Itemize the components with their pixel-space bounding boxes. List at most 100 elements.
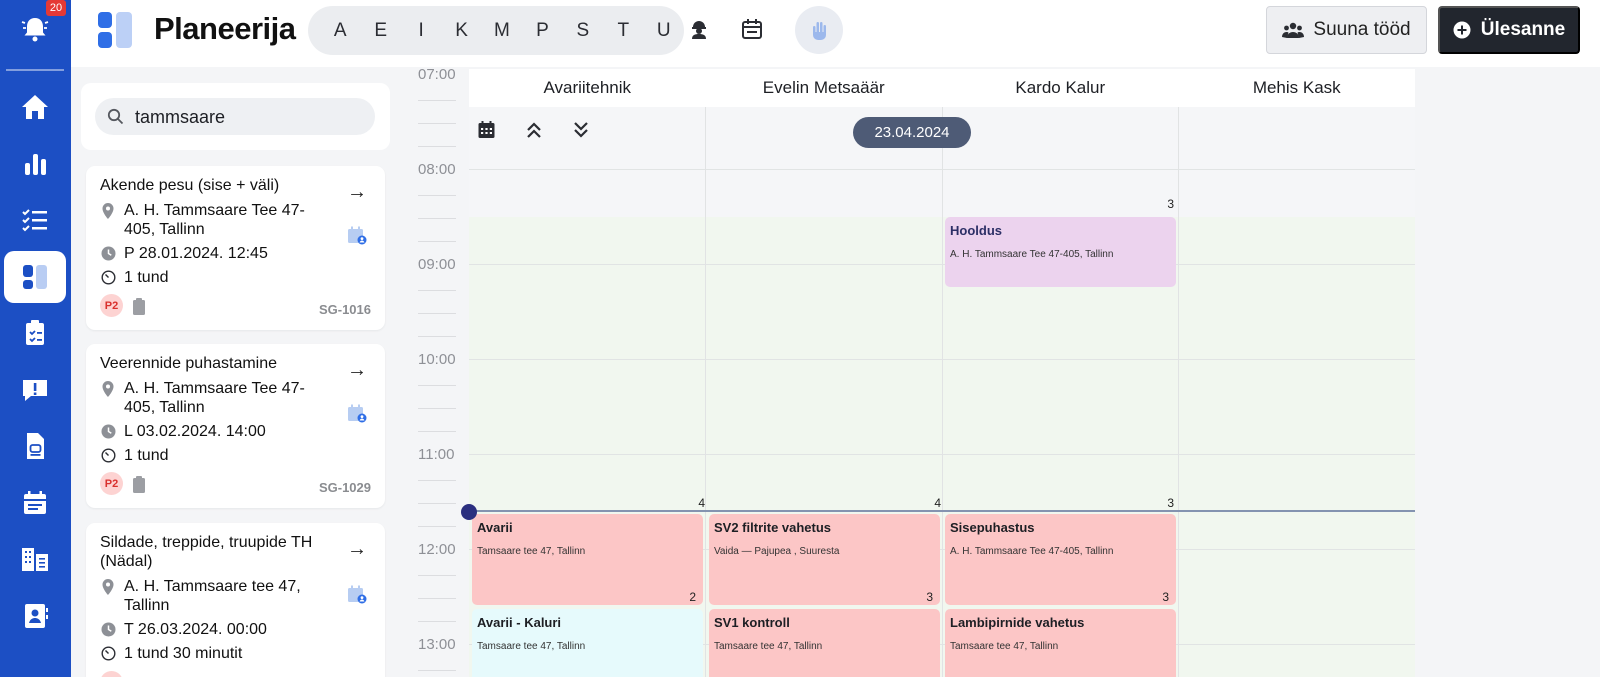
double-chevron-up-icon <box>527 122 541 138</box>
calendar-grid-icon <box>478 121 494 138</box>
rail-planner[interactable] <box>4 251 66 303</box>
rail-buildings[interactable] <box>4 533 66 585</box>
calendar-event[interactable]: Avarii Tamsaare tee 47, Tallinn 2 <box>472 514 703 605</box>
assign-calendar-icon[interactable] <box>347 226 367 245</box>
event-address: Tamsaare tee 47, Tallinn <box>950 641 1059 652</box>
rail-reports[interactable] <box>4 138 66 190</box>
timer-icon <box>100 646 116 661</box>
event-address: Vaida — Pajupea , Suuresta <box>714 546 840 557</box>
column-avariitehnik[interactable]: Avariitehnik <box>469 69 706 107</box>
event-count: 2 <box>689 590 696 604</box>
letter-filter-u[interactable]: U <box>644 20 684 42</box>
calendar-grid[interactable]: 23.04.2024 3 4 4 3 Hooldus A. H. Tammsaa… <box>469 107 1415 677</box>
rail-tasks[interactable] <box>4 194 66 246</box>
calendar-event[interactable]: SV1 kontroll Tamsaare tee 47, Tallinn <box>709 609 940 677</box>
current-time-line <box>469 510 1415 512</box>
task-datetime: P 28.01.2024. 12:45 <box>124 245 268 262</box>
task-title: Akende pesu (sise + väli) <box>100 177 280 194</box>
rail-contacts[interactable] <box>4 590 66 642</box>
time-label: 08:00 <box>418 161 456 178</box>
rail-home[interactable] <box>4 81 66 133</box>
clipboard-check-icon <box>26 320 44 345</box>
side-navigation: 20 <box>0 0 71 677</box>
alert-message-icon <box>23 380 47 401</box>
clock-icon <box>101 622 115 637</box>
task-address-row: A. H. Tammsaare Tee 47-405, Tallinn <box>100 201 320 239</box>
letter-filter-s[interactable]: S <box>563 20 603 42</box>
timer-icon <box>100 270 116 285</box>
event-title: Sisepuhastus <box>950 520 1035 535</box>
event-count: 3 <box>926 590 933 604</box>
contacts-icon <box>25 604 48 628</box>
task-duration: 1 tund <box>124 447 169 464</box>
calendar-icon <box>742 19 762 39</box>
time-label: 09:00 <box>418 256 456 273</box>
calendar-event[interactable]: SV2 filtrite vahetus Vaida — Pajupea , S… <box>709 514 940 605</box>
column-mehis-kask[interactable]: Mehis Kask <box>1179 69 1416 107</box>
arrow-right-icon[interactable]: → <box>347 181 367 204</box>
planner-icon <box>23 265 47 289</box>
assign-calendar-icon[interactable] <box>347 404 367 423</box>
planeerija-logo-icon <box>98 12 132 48</box>
rail-documents[interactable] <box>4 420 66 472</box>
suuna-tood-button[interactable]: Suuna tööd <box>1266 6 1427 54</box>
task-card[interactable]: Akende pesu (sise + väli) → A. H. Tammsa… <box>86 166 385 330</box>
home-icon <box>22 95 48 119</box>
task-card[interactable]: Veerennide puhastamine → A. H. Tammsaare… <box>86 344 385 508</box>
task-search-card <box>81 83 390 150</box>
expand-all-button[interactable] <box>570 119 592 141</box>
current-date-badge[interactable]: 23.04.2024 <box>853 117 971 148</box>
calendar-event[interactable]: Sisepuhastus A. H. Tammsaare Tee 47-405,… <box>945 514 1176 605</box>
location-pin-icon <box>102 202 114 219</box>
new-task-button[interactable]: Ülesanne <box>1438 6 1580 54</box>
search-icon <box>107 108 124 125</box>
clock-icon <box>101 424 115 439</box>
drag-mode-button[interactable] <box>795 6 843 54</box>
column-evelin-metsaaar[interactable]: Evelin Metsaäär <box>706 69 943 107</box>
task-datetime-row: T 26.03.2024. 00:00 <box>100 620 320 639</box>
event-address: Tamsaare tee 47, Tallinn <box>714 641 823 652</box>
arrow-right-icon[interactable]: → <box>347 359 367 382</box>
calendar-view-button[interactable] <box>736 13 768 45</box>
time-label: 07:00 <box>418 66 456 83</box>
collapse-all-button[interactable] <box>523 119 545 141</box>
letter-filter-t[interactable]: T <box>603 20 643 42</box>
search-input[interactable] <box>135 103 365 131</box>
date-picker-button[interactable] <box>475 119 497 141</box>
event-title: Avarii - Kaluri <box>477 615 562 630</box>
letter-filter: A E I K M P S T U <box>308 6 684 55</box>
task-title: Veerennide puhastamine <box>100 355 278 372</box>
event-address: Tamsaare tee 47, Tallinn <box>477 641 586 652</box>
search-field[interactable] <box>95 98 375 135</box>
app-title: Planeerija <box>154 11 296 46</box>
task-datetime-row: P 28.01.2024. 12:45 <box>100 244 320 263</box>
priority-badge: P2 <box>100 294 123 317</box>
letter-filter-m[interactable]: M <box>482 20 522 42</box>
time-label: 13:00 <box>418 636 456 653</box>
calendar-event[interactable]: Avarii - Kaluri Tamsaare tee 47, Tallinn <box>472 609 703 677</box>
new-task-label: Ülesanne <box>1480 19 1566 40</box>
slot-count: 4 <box>698 496 705 510</box>
task-card[interactable]: Sildade, treppide, truupide TH (Nädal) →… <box>86 523 385 677</box>
arrow-right-icon[interactable]: → <box>347 538 367 561</box>
letter-filter-p[interactable]: P <box>522 20 562 42</box>
event-count: 3 <box>1162 590 1169 604</box>
letter-filter-a[interactable]: A <box>320 20 360 42</box>
task-duration: 1 tund <box>124 269 169 286</box>
task-title: Sildade, treppide, truupide TH (Nädal) <box>100 534 313 570</box>
event-address: Tamsaare tee 47, Tallinn <box>477 546 586 557</box>
letter-filter-e[interactable]: E <box>360 20 400 42</box>
calendar-event[interactable]: Lambipirnide vahetus Tamsaare tee 47, Ta… <box>945 609 1176 677</box>
document-icon <box>27 433 44 459</box>
rail-work-orders[interactable] <box>4 307 66 359</box>
rail-calendar[interactable] <box>4 477 66 529</box>
time-label: 10:00 <box>418 351 456 368</box>
rail-incidents[interactable] <box>4 364 66 416</box>
technician-filter-button[interactable] <box>683 13 715 45</box>
task-address: A. H. Tammsaare Tee 47-405, Tallinn <box>124 202 305 238</box>
calendar-column-header: Avariitehnik Evelin Metsaäär Kardo Kalur… <box>469 69 1415 107</box>
assign-calendar-icon[interactable] <box>347 585 367 604</box>
clipboard-icon <box>133 298 145 315</box>
calendar-event[interactable]: Hooldus A. H. Tammsaare Tee 47-405, Tall… <box>945 217 1176 287</box>
column-kardo-kalur[interactable]: Kardo Kalur <box>942 69 1179 107</box>
